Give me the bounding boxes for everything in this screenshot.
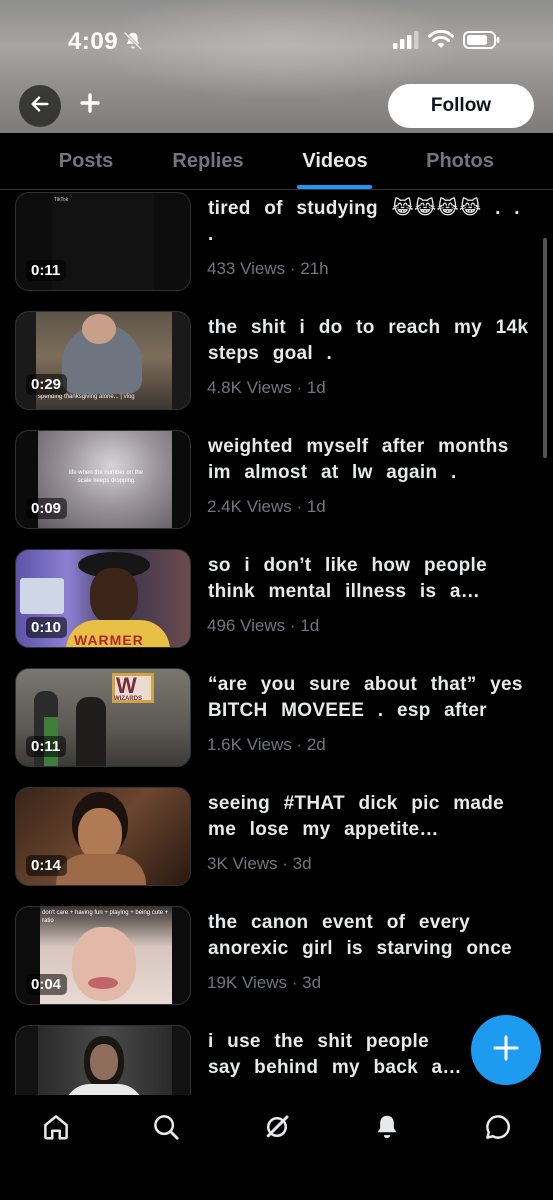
plus-icon bbox=[492, 1034, 520, 1067]
video-meta: 496 Views · 1d bbox=[207, 616, 320, 635]
scrollbar[interactable] bbox=[543, 238, 547, 458]
video-thumbnail[interactable]: TikTok 0:11 bbox=[15, 192, 191, 291]
bottom-nav bbox=[0, 1095, 553, 1200]
video-row[interactable]: i use the shit people say behind my back… bbox=[0, 1023, 553, 1095]
tab-videos[interactable]: Videos bbox=[290, 133, 380, 189]
video-meta: 2.4K Views · 1d bbox=[207, 497, 326, 516]
video-caption: i use the shit people say behind my back… bbox=[208, 1031, 454, 1078]
video-meta: 1.6K Views · 2d bbox=[207, 735, 326, 754]
bell-muted-icon bbox=[122, 30, 144, 52]
video-duration: 0:14 bbox=[26, 855, 68, 876]
compose-button[interactable] bbox=[471, 1015, 541, 1085]
video-meta: 3K Views · 3d bbox=[207, 854, 312, 873]
video-row[interactable]: WARMER 0:10 so i don’t like how people t… bbox=[0, 547, 553, 666]
cellular-signal-icon bbox=[393, 31, 419, 54]
video-row[interactable]: W WIZARDS 0:11 “are you sure about that”… bbox=[0, 666, 553, 785]
tab-replies[interactable]: Replies bbox=[160, 133, 256, 189]
wifi-icon bbox=[428, 29, 454, 55]
video-duration: 0:04 bbox=[26, 974, 68, 995]
thumbnail-text: WIZARDS bbox=[114, 696, 142, 702]
video-thumbnail[interactable] bbox=[15, 1025, 191, 1095]
add-button[interactable] bbox=[78, 92, 102, 118]
video-duration: 0:09 bbox=[26, 498, 68, 519]
search-icon[interactable] bbox=[149, 1110, 183, 1144]
video-caption: weighted myself after months im almost a… bbox=[208, 436, 509, 483]
back-button[interactable] bbox=[19, 85, 61, 127]
grok-icon[interactable] bbox=[260, 1110, 294, 1144]
thumbnail-text: WARMER bbox=[74, 632, 144, 648]
video-caption: tired of studying 😹😹😹😹 . . . bbox=[208, 198, 520, 245]
battery-icon bbox=[463, 30, 501, 55]
video-row[interactable]: spending thanksgiving alone... | vlog 0:… bbox=[0, 309, 553, 428]
video-meta: 433 Views · 21h bbox=[207, 259, 329, 278]
tiktok-watermark: TikTok bbox=[54, 197, 69, 203]
video-thumbnail[interactable]: spending thanksgiving alone... | vlog 0:… bbox=[15, 311, 191, 410]
video-thumbnail[interactable]: W WIZARDS 0:11 bbox=[15, 668, 191, 767]
status-time: 4:09 bbox=[68, 28, 119, 55]
video-list: TikTok 0:11 tired of studying 😹😹😹😹 . . .… bbox=[0, 190, 553, 1095]
video-duration: 0:10 bbox=[26, 617, 68, 638]
video-duration: 0:29 bbox=[26, 374, 68, 395]
video-thumbnail[interactable]: don't care + having fun + playing + bein… bbox=[15, 906, 191, 1005]
video-caption: seeing #THAT dick pic made me lose my ap… bbox=[208, 793, 505, 840]
plus-icon bbox=[80, 92, 100, 118]
status-bar: 4:09 bbox=[0, 0, 553, 80]
video-caption: so i don’t like how people think mental … bbox=[208, 555, 487, 602]
video-thumbnail[interactable]: life when the number on the scale keeps … bbox=[15, 430, 191, 529]
video-row[interactable]: life when the number on the scale keeps … bbox=[0, 428, 553, 547]
profile-tabs: Posts Replies Videos Photos bbox=[0, 133, 553, 190]
video-meta: 4.8K Views · 1d bbox=[207, 378, 326, 397]
video-row[interactable]: TikTok 0:11 tired of studying 😹😹😹😹 . . .… bbox=[0, 190, 553, 309]
notifications-icon[interactable] bbox=[370, 1110, 404, 1144]
tab-photos[interactable]: Photos bbox=[412, 133, 508, 189]
video-thumbnail[interactable]: WARMER 0:10 bbox=[15, 549, 191, 648]
tab-posts[interactable]: Posts bbox=[40, 133, 132, 189]
video-caption: the shit i do to reach my 14k steps goal… bbox=[208, 317, 529, 364]
video-meta: 19K Views · 3d bbox=[207, 973, 322, 992]
video-duration: 0:11 bbox=[26, 260, 67, 281]
thumbnail-text: don't care + having fun + playing + bein… bbox=[42, 910, 169, 924]
video-thumbnail[interactable]: 0:14 bbox=[15, 787, 191, 886]
video-caption: “are you sure about that” yes BITCH MOVE… bbox=[208, 674, 523, 721]
status-icons bbox=[393, 29, 501, 55]
active-tab-indicator bbox=[297, 185, 372, 189]
messages-icon[interactable] bbox=[481, 1110, 515, 1144]
home-icon[interactable] bbox=[39, 1110, 73, 1144]
video-row[interactable]: 0:14 seeing #THAT dick pic made me lose … bbox=[0, 785, 553, 904]
video-row[interactable]: don't care + having fun + playing + bein… bbox=[0, 904, 553, 1023]
arrow-left-icon bbox=[29, 93, 51, 120]
thumbnail-text: life when the number on the scale keeps … bbox=[68, 470, 144, 484]
video-duration: 0:11 bbox=[26, 736, 67, 757]
follow-button[interactable]: Follow bbox=[388, 84, 534, 128]
video-caption: the canon event of every anorexic girl i… bbox=[208, 912, 512, 959]
